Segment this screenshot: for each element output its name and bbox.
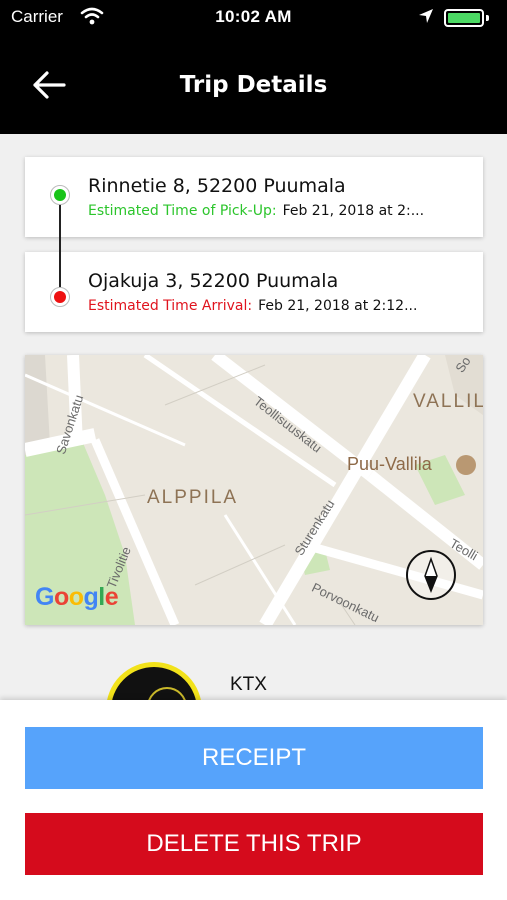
- dropoff-eta-value: Feb 21, 2018 at 2:12...: [258, 298, 418, 314]
- poi-icon: [456, 455, 476, 475]
- dropoff-marker-icon: [50, 287, 70, 307]
- delete-trip-button[interactable]: DELETE THIS TRIP: [25, 813, 483, 875]
- dropoff-address: Ojakuja 3, 52200 Puumala: [88, 270, 339, 292]
- pickup-address: Rinnetie 8, 52200 Puumala: [88, 175, 346, 197]
- driver-name: KTX: [230, 674, 267, 695]
- pickup-card: Rinnetie 8, 52200 Puumala Estimated Time…: [25, 157, 483, 237]
- compass-icon[interactable]: [406, 550, 456, 600]
- route-line: [59, 194, 61, 297]
- dropoff-eta: Estimated Time Arrival: Feb 21, 2018 at 2…: [88, 298, 478, 314]
- battery-icon: [444, 9, 484, 27]
- pickup-eta-label: Estimated Time of Pick-Up:: [88, 203, 277, 219]
- location-arrow-icon: [418, 8, 434, 29]
- top-bar: Carrier 10:02 AM Trip Details: [0, 0, 507, 134]
- trip-map[interactable]: Savonkatu Teollisuuskatu Tivolitie Sture…: [25, 355, 483, 625]
- dropoff-card: Ojakuja 3, 52200 Puumala Estimated Time …: [25, 252, 483, 332]
- map-district-label: VALLIL: [413, 391, 483, 412]
- battery-tip: [486, 15, 489, 21]
- pickup-eta-value: Feb 21, 2018 at 2:...: [282, 203, 425, 219]
- map-poi-label: Puu-Vallila: [347, 454, 432, 474]
- status-bar: Carrier 10:02 AM: [0, 0, 507, 36]
- pickup-marker-icon: [50, 185, 70, 205]
- map-district-label: ALPPILA: [147, 487, 239, 508]
- page-title: Trip Details: [179, 72, 328, 98]
- receipt-button[interactable]: RECEIPT: [25, 727, 483, 789]
- google-logo: Google: [35, 583, 119, 611]
- dropoff-eta-label: Estimated Time Arrival:: [88, 298, 253, 314]
- pickup-eta: Estimated Time of Pick-Up: Feb 21, 2018 a…: [88, 203, 478, 219]
